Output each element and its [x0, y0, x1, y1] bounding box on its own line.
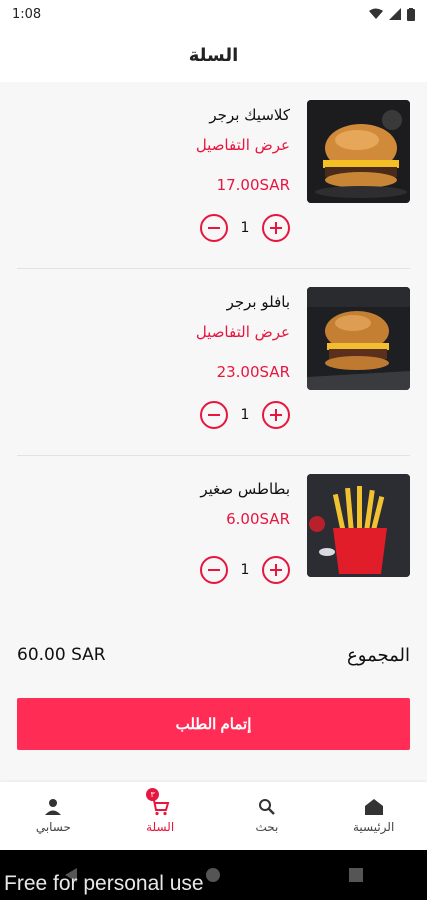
minus-icon: [208, 227, 220, 229]
person-icon: [45, 799, 62, 815]
status-time: 1:08: [12, 6, 42, 22]
cart-item: بافلو برجر عرض التفاصيل 23.00SAR 1: [0, 275, 427, 456]
battery-icon: [407, 7, 415, 21]
item-name: كلاسيك برجر: [209, 106, 290, 124]
total-label: المجموع: [347, 644, 410, 666]
nav-item-search[interactable]: بحث: [214, 782, 321, 850]
decrease-quantity-button[interactable]: [200, 401, 228, 429]
item-name: بافلو برجر: [226, 293, 290, 311]
nav-item-home[interactable]: الرئيسية: [320, 782, 427, 850]
recents-icon[interactable]: [349, 868, 364, 882]
item-image-small-fries: [307, 474, 410, 577]
plus-icon: [270, 564, 282, 576]
item-price: 17.00SAR: [216, 176, 290, 194]
home-icon: [364, 799, 383, 815]
item-price: 6.00SAR: [226, 510, 290, 528]
plus-icon: [270, 409, 282, 421]
quantity-stepper: 1: [200, 214, 290, 242]
item-divider: [17, 268, 410, 269]
cart-item: كلاسيك برجر عرض التفاصيل 17.00SAR 1: [0, 88, 427, 269]
nav-label: حسابي: [35, 820, 71, 834]
item-price: 23.00SAR: [216, 363, 290, 381]
minus-icon: [208, 569, 220, 571]
status-icons: [369, 7, 415, 21]
minus-icon: [208, 414, 220, 416]
quantity-value: 1: [240, 407, 250, 423]
page-header: السلة: [0, 28, 427, 82]
checkout-button[interactable]: إتمام الطلب: [17, 698, 410, 750]
cart-item: بطاطس صغير 6.00SAR 1: [0, 462, 427, 632]
nav-item-account[interactable]: حسابي: [0, 782, 107, 850]
item-image-buffalo-burger: [307, 287, 410, 390]
search-icon: [258, 799, 275, 815]
increase-quantity-button[interactable]: [262, 556, 290, 584]
decrease-quantity-button[interactable]: [200, 556, 228, 584]
nav-item-cart[interactable]: ٣ السلة: [107, 782, 214, 850]
nav-label: بحث: [255, 820, 279, 834]
home-circle-icon[interactable]: [205, 867, 221, 883]
item-image-classic-burger: [307, 100, 410, 203]
quantity-stepper: 1: [200, 401, 290, 429]
increase-quantity-button[interactable]: [262, 214, 290, 242]
page-title: السلة: [188, 44, 239, 66]
quantity-value: 1: [240, 562, 250, 578]
signal-icon: [389, 8, 401, 20]
quantity-stepper: 1: [200, 556, 290, 584]
view-details-link[interactable]: عرض التفاصيل: [196, 323, 290, 341]
status-bar: 1:08: [0, 0, 427, 28]
nav-label: السلة: [146, 820, 175, 834]
nav-label: الرئيسية: [352, 820, 395, 834]
view-details-link[interactable]: عرض التفاصيل: [196, 136, 290, 154]
bottom-nav: حسابي ٣ السلة بحث الرئيسية: [0, 782, 427, 850]
wifi-icon: [369, 8, 383, 19]
total-row: 60.00 SAR المجموع: [17, 640, 410, 670]
decrease-quantity-button[interactable]: [200, 214, 228, 242]
quantity-value: 1: [240, 220, 250, 236]
item-name: بطاطس صغير: [200, 480, 290, 498]
watermark-text: Free for personal use: [4, 872, 204, 895]
increase-quantity-button[interactable]: [262, 401, 290, 429]
total-value: 60.00 SAR: [17, 645, 106, 665]
item-divider: [17, 455, 410, 456]
plus-icon: [270, 222, 282, 234]
